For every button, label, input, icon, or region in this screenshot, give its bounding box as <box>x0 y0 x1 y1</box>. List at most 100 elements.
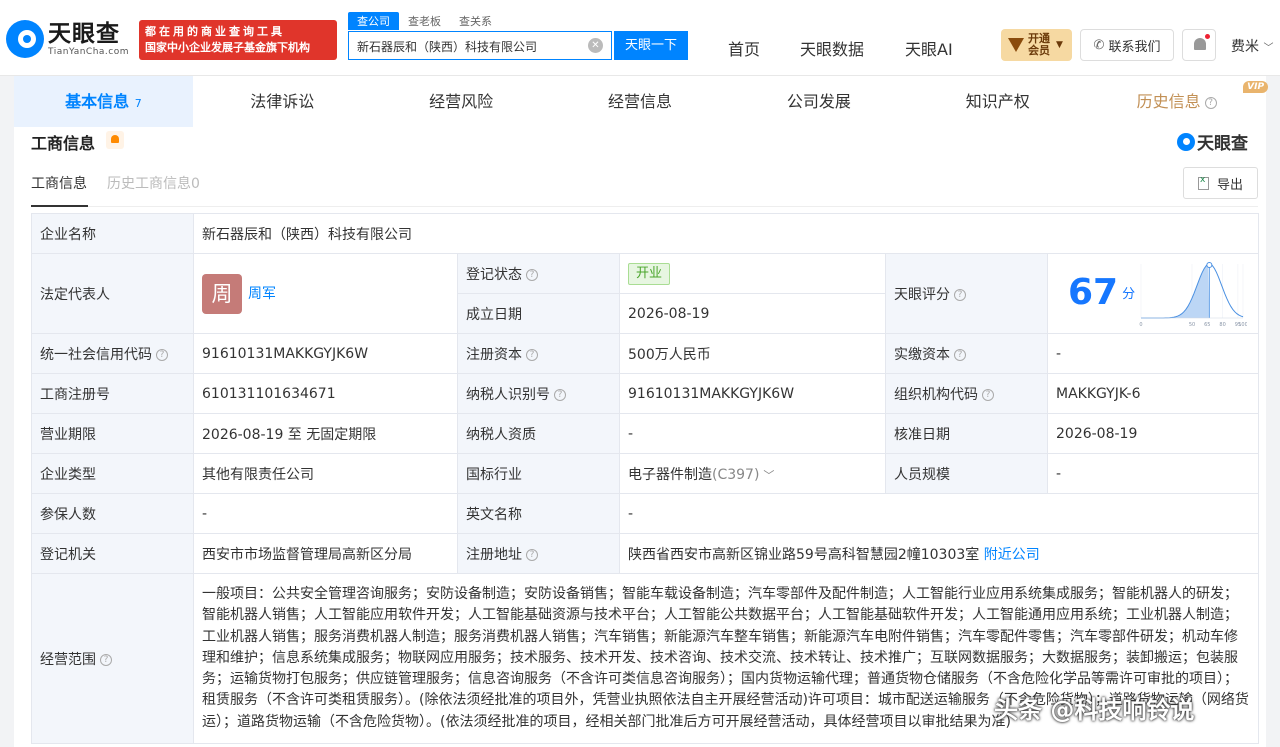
search-tab-relation[interactable]: 查关系 <box>450 12 501 30</box>
search-tab-boss[interactable]: 查老板 <box>399 12 450 30</box>
insured-label: 参保人数 <box>31 493 194 534</box>
help-icon[interactable]: ? <box>156 348 168 361</box>
help-icon[interactable]: ? <box>954 348 966 361</box>
avatar[interactable]: 周 <box>202 273 242 314</box>
logo-title: 天眼查 <box>48 21 120 47</box>
brand-mark: 天眼查 <box>1177 129 1248 154</box>
top-header: 天眼查 TianYanCha.com 都在用的商业查询工具 国家中小企业发展子基… <box>0 0 1280 76</box>
subtab-business-info[interactable]: 工商信息 <box>31 173 87 202</box>
tab-history[interactable]: 历史信息? VIP <box>1087 76 1269 127</box>
search-input[interactable]: 新石器辰和（陕西）科技有限公司 <box>348 31 612 60</box>
search-button[interactable]: 天眼一下 <box>614 31 688 60</box>
industry-label: 国标行业 <box>457 453 620 494</box>
x-tick-label: 50 <box>1189 322 1195 328</box>
chevron-down-icon: ▼ <box>1056 40 1063 50</box>
help-icon[interactable]: ? <box>954 288 966 301</box>
vip-badge: VIP <box>1243 81 1269 93</box>
nav-data[interactable]: 天眼数据 <box>800 36 864 60</box>
excel-icon <box>1197 175 1209 190</box>
notification-button[interactable] <box>1182 29 1216 61</box>
ent-type-value: 其他有限责任公司 <box>193 453 458 494</box>
promo-line-2: 国家中小企业发展子基金旗下机构 <box>145 41 310 54</box>
tab-basic-info[interactable]: 基本信息 7 <box>14 76 193 127</box>
status-badge: 开业 <box>628 262 671 285</box>
scope-label-text: 经营范围 <box>40 651 96 668</box>
chevron-down-icon: ﹀ <box>763 468 775 482</box>
help-icon[interactable]: ? <box>526 348 538 361</box>
tab-operation[interactable]: 经营信息 <box>551 76 730 127</box>
notification-dot <box>1205 34 1210 39</box>
subtab-history-info[interactable]: 历史工商信息0 <box>107 173 200 202</box>
export-button[interactable]: 导出 <box>1183 167 1258 199</box>
business-info-table: 企业名称 新石器辰和（陕西）科技有限公司 法定代表人 周周军 登记状态? 开业 … <box>31 213 1260 744</box>
score-marker-dot <box>1206 262 1213 268</box>
chevron-down-icon: ﹀ <box>1263 43 1274 54</box>
credit-code-label: 统一社会信用代码? <box>31 333 194 374</box>
industry-value[interactable]: 电子器件制造(C397) ﹀ <box>619 453 886 494</box>
vip-button[interactable]: 开通会员 ▼ <box>1001 29 1072 61</box>
scope-label: 经营范围? <box>31 573 194 744</box>
contact-label: 联系我们 <box>1108 39 1161 55</box>
insured-value: - <box>193 493 458 534</box>
help-icon[interactable]: ? <box>526 268 538 281</box>
vip-label: 开通会员 <box>1028 32 1050 57</box>
authority-label: 登记机关 <box>31 533 194 574</box>
section-title: 工商信息 <box>31 134 96 153</box>
nav-ai[interactable]: 天眼AI <box>905 36 953 60</box>
score-distribution-chart: 0 50 65 80 95100 <box>1139 262 1247 328</box>
bell-icon <box>1194 38 1206 50</box>
search-type-tabs: 查公司 查老板 查关系 <box>348 12 501 30</box>
tab-litigation[interactable]: 法律诉讼 <box>193 76 372 127</box>
help-icon[interactable]: ? <box>554 388 566 401</box>
nav-home[interactable]: 首页 <box>728 36 760 60</box>
tab-label: 基本信息 <box>65 92 130 111</box>
org-code-label-text: 组织机构代码 <box>894 386 978 403</box>
contact-button[interactable]: ✆ 联系我们 <box>1080 29 1174 61</box>
founded-label: 成立日期 <box>457 293 620 334</box>
taxpayer-id-value: 91610131MAKKGYJK6W <box>619 373 886 414</box>
promo-banner[interactable]: 都在用的商业查询工具 国家中小企业发展子基金旗下机构 <box>139 20 337 60</box>
industry-name: 电子器件制造 <box>628 466 712 483</box>
rating-cell[interactable]: 67 分 0 50 65 80 95 100 <box>1046 253 1260 334</box>
x-tick-label: 100 <box>1238 322 1247 328</box>
tab-risk[interactable]: 经营风险 <box>372 76 551 127</box>
clear-icon[interactable]: ✕ <box>588 38 603 53</box>
site-logo[interactable]: 天眼查 TianYanCha.com <box>6 20 129 58</box>
term-label: 营业期限 <box>31 413 194 454</box>
taxpayer-id-label: 纳税人识别号? <box>457 373 620 414</box>
help-icon[interactable]: ? <box>526 548 538 561</box>
section-sub-tabs: 工商信息 历史工商信息0 <box>31 173 220 202</box>
paid-capital-value: - <box>1046 333 1260 374</box>
address-value: 陕西省西安市高新区锦业路59号高科智慧园2幢10303室 <box>628 546 980 563</box>
help-icon[interactable]: ? <box>100 653 112 666</box>
approve-date-value: 2026-08-19 <box>1046 413 1260 454</box>
tab-label: 历史信息 <box>1136 92 1201 111</box>
divider <box>31 206 1258 207</box>
reg-no-label: 工商注册号 <box>31 373 194 414</box>
x-tick-label: 0 <box>1139 322 1142 328</box>
help-icon[interactable]: ? <box>982 388 994 401</box>
logo-subtitle: TianYanCha.com <box>48 47 130 57</box>
taxpayer-qual-value: - <box>619 413 886 454</box>
nearby-companies-link[interactable]: 附近公司 <box>984 547 1040 563</box>
rating-label: 天眼评分? <box>885 253 1048 334</box>
score-value: 67 <box>1068 272 1119 313</box>
reg-capital-label-text: 注册资本 <box>466 346 522 363</box>
subscribe-bell-icon[interactable] <box>106 131 124 149</box>
score-area <box>1141 264 1210 318</box>
user-name: 费米 <box>1231 39 1259 55</box>
staff-size-value: - <box>1046 453 1260 494</box>
search-tab-company[interactable]: 查公司 <box>348 12 399 30</box>
reg-capital-label: 注册资本? <box>457 333 620 374</box>
tab-ip[interactable]: 知识产权 <box>908 76 1087 127</box>
address-label-text: 注册地址 <box>466 546 522 563</box>
english-name-value: - <box>618 493 1260 534</box>
rating-label-text: 天眼评分 <box>894 286 950 303</box>
user-menu[interactable]: 费米 ﹀ <box>1231 36 1273 56</box>
paid-capital-label: 实缴资本? <box>885 333 1048 374</box>
company-name-label: 企业名称 <box>31 213 194 254</box>
legal-rep-link[interactable]: 周军 <box>248 286 276 302</box>
tab-development[interactable]: 公司发展 <box>729 76 908 127</box>
reg-capital-value: 500万人民币 <box>619 333 886 374</box>
address-label: 注册地址? <box>457 533 620 574</box>
